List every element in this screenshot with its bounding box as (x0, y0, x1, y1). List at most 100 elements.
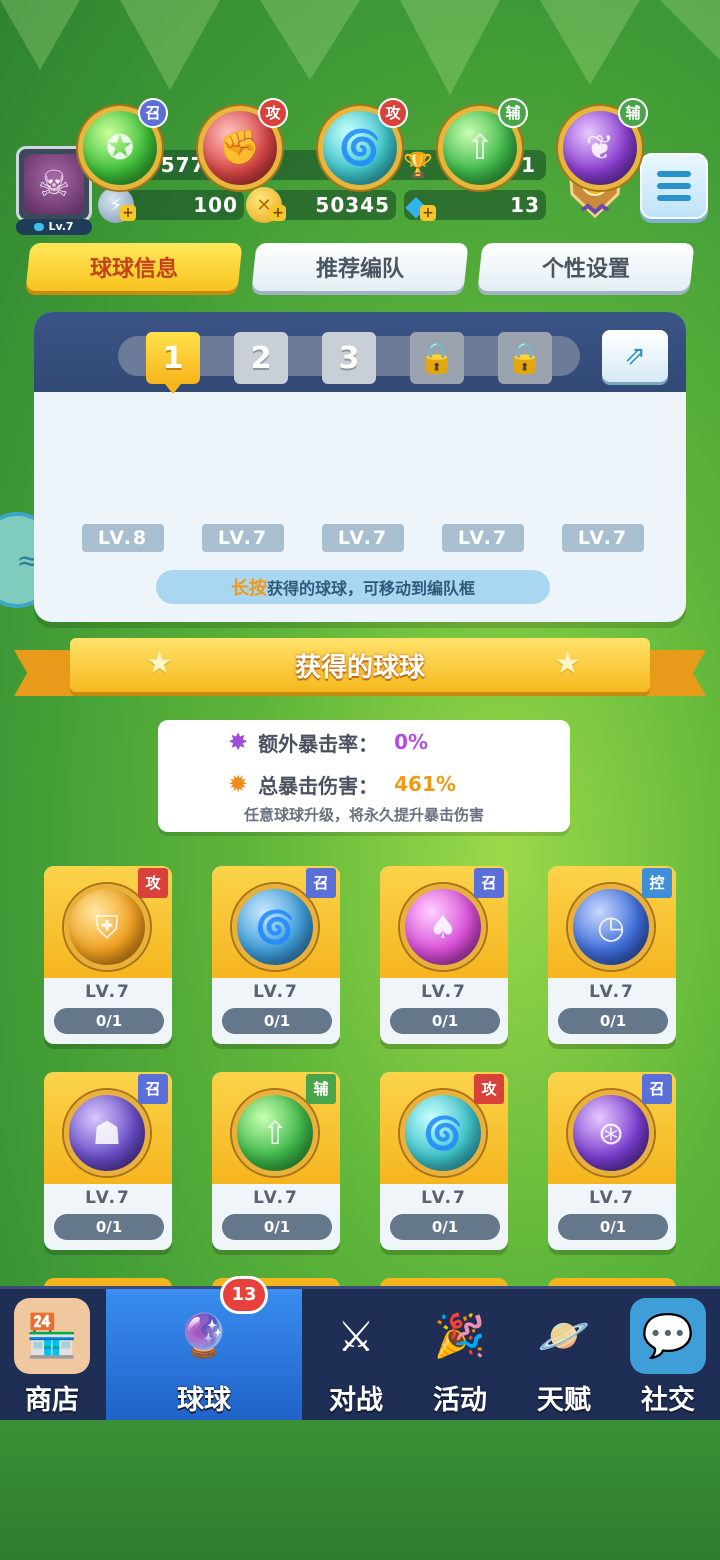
team-ball-2-level: LV.7 (202, 524, 284, 552)
ball-card-progress: 0/1 (558, 1214, 668, 1240)
extra-crit-label: 额外暴击率： (258, 731, 379, 756)
player-level-text: Lv.7 (48, 220, 74, 233)
tab-recommended-team[interactable]: 推荐编队 (251, 243, 469, 291)
ball-card-level: LV.7 (253, 982, 299, 1002)
shop-icon: 🏪 (14, 1298, 90, 1374)
ball-card-progress: 0/1 (54, 1008, 164, 1034)
nav-talent-label: 天赋 (537, 1385, 591, 1416)
team-slot-locked-2[interactable]: 🔒 (498, 332, 552, 384)
acquired-banner: 获得的球球 ★ ★ (14, 636, 706, 700)
ball-card-progress: 0/1 (390, 1008, 500, 1034)
nav-events-label: 活动 (433, 1385, 487, 1416)
bottom-nav: 🏪 商店 🔮 球球 ⚔ 对战 🎉 活动 🪐 天赋 💬 社交 (0, 1286, 720, 1423)
ball-card[interactable]: ⛨ 攻 LV.7 0/1 (44, 866, 172, 1044)
coin-plus-icon[interactable]: + (270, 205, 286, 221)
ghost-ball-icon: ☗ (64, 1090, 150, 1176)
ball-card-progress: 0/1 (390, 1214, 500, 1240)
ball-type-tag: 召 (474, 868, 504, 898)
nav-shop[interactable]: 🏪 商店 (0, 1289, 104, 1423)
ball-type-tag: 攻 (138, 868, 168, 898)
ball-type-tag: 控 (642, 868, 672, 898)
ball-card[interactable]: 🌀 召 LV.7 0/1 (212, 866, 340, 1044)
team-slot-1[interactable]: 1 (146, 332, 200, 394)
bottom-background (0, 1420, 720, 1560)
tab-personal-settings-label: 个性设置 (541, 257, 630, 282)
share-icon: ⇗ (624, 341, 646, 371)
team-slot-1-label: 1 (162, 340, 184, 376)
team-ball-4-level: LV.7 (442, 524, 524, 552)
tab-ball-info-label: 球球信息 (89, 257, 178, 282)
nav-social-label: 社交 (641, 1385, 695, 1416)
balls-notification-badge: 13 (220, 1276, 268, 1314)
arrow-up-ball-icon: ⇧ (232, 1090, 318, 1176)
ball-card-progress: 0/1 (558, 1008, 668, 1034)
crit-burst-icon: ✸ (228, 728, 249, 756)
ball-type-tag: 辅 (498, 98, 528, 128)
hint-text: 获得的球球，可移动到编队框 (266, 579, 475, 598)
nav-events[interactable]: 🎉 活动 (408, 1289, 512, 1423)
crit-info-box: ✸ 额外暴击率： 0% ✹ 总暴击伤害： 461% 任意球球升级，将永久提升暴击… (158, 720, 570, 832)
clock-ball-icon: ◷ (568, 884, 654, 970)
ball-card-progress: 0/1 (222, 1008, 332, 1034)
ball-card-level: LV.7 (589, 1188, 635, 1208)
ball-card-progress: 0/1 (222, 1214, 332, 1240)
team-ball-2[interactable]: ✊ 攻 (190, 98, 290, 198)
tornado-ball-icon: 🌀 (400, 1090, 486, 1176)
ball-type-tag: 召 (138, 1074, 168, 1104)
ball-type-tag: 攻 (378, 98, 408, 128)
gem-plus-icon[interactable]: + (420, 205, 436, 221)
nav-shop-label: 商店 (25, 1385, 79, 1416)
team-ball-3-level: LV.7 (322, 524, 404, 552)
tab-recommended-team-label: 推荐编队 (315, 257, 404, 282)
team-ball-4[interactable]: ⇧ 辅 (430, 98, 530, 198)
team-slot-header: 1 2 3 🔒 🔒 ⇗ (34, 312, 686, 394)
main-menu-button[interactable] (640, 153, 708, 219)
team-slot-locked-1[interactable]: 🔒 (410, 332, 464, 384)
ball-type-tag: 召 (306, 868, 336, 898)
nav-battle[interactable]: ⚔ 对战 (304, 1289, 408, 1423)
tab-ball-info[interactable]: 球球信息 (25, 243, 243, 291)
ball-type-tag: 攻 (474, 1074, 504, 1104)
ball-card[interactable]: ☗ 召 LV.7 0/1 (44, 1072, 172, 1250)
ball-card[interactable]: ♠ 召 LV.7 0/1 (380, 866, 508, 1044)
player-level-badge: Lv.7 (16, 219, 92, 235)
team-slot-3[interactable]: 3 (322, 332, 376, 384)
ball-type-tag: 召 (138, 98, 168, 128)
planet-icon: 🪐 (537, 1311, 591, 1360)
energy-plus-icon[interactable]: + (120, 205, 136, 221)
nav-social[interactable]: 💬 社交 (616, 1289, 720, 1423)
team-ball-1[interactable]: ✪ 召 (70, 98, 170, 198)
party-popper-icon: 🎉 (433, 1311, 487, 1360)
star-icon: ★ (554, 646, 581, 681)
swirl-ball-icon: 🌀 (232, 884, 318, 970)
ball-card[interactable]: ◷ 控 LV.7 0/1 (548, 866, 676, 1044)
nav-talent[interactable]: 🪐 天赋 (512, 1289, 616, 1423)
extra-crit-value: 0% (394, 730, 429, 754)
team-slot-3-label: 3 (338, 340, 360, 376)
team-hint-bar: 长按 获得的球球，可移动到编队框 (156, 570, 550, 604)
ball-card-level: LV.7 (85, 982, 131, 1002)
chat-heart-icon: 💬 (630, 1298, 706, 1374)
ball-card[interactable]: ⊛ 召 LV.7 0/1 (548, 1072, 676, 1250)
team-slot-2[interactable]: 2 (234, 332, 288, 384)
share-button[interactable]: ⇗ (602, 330, 668, 382)
team-ball-3[interactable]: 🌀 攻 (310, 98, 410, 198)
banner-ribbon-left (14, 650, 74, 696)
ball-card-progress: 0/1 (54, 1214, 164, 1240)
tab-personal-settings[interactable]: 个性设置 (477, 243, 695, 291)
ball-type-tag: 攻 (258, 98, 288, 128)
ball-card-level: LV.7 (421, 982, 467, 1002)
ball-card-level: LV.7 (85, 1188, 131, 1208)
ball-card-level: LV.7 (253, 1188, 299, 1208)
orbit-ball-icon: ⊛ (568, 1090, 654, 1176)
crit-damage-icon: ✹ (228, 770, 249, 798)
team-slot-2-label: 2 (250, 340, 272, 376)
nav-balls[interactable]: 🔮 球球 (106, 1289, 302, 1423)
crossed-swords-icon: ⚔ (337, 1311, 375, 1361)
nav-battle-label: 对战 (329, 1385, 383, 1416)
team-ball-5[interactable]: ❦ 辅 (550, 98, 650, 198)
total-crit-value: 461% (394, 772, 456, 796)
lock-icon: 🔒 (418, 340, 456, 376)
ball-card[interactable]: 🌀 攻 LV.7 0/1 (380, 1072, 508, 1250)
ball-card[interactable]: ⇧ 辅 LV.7 0/1 (212, 1072, 340, 1250)
